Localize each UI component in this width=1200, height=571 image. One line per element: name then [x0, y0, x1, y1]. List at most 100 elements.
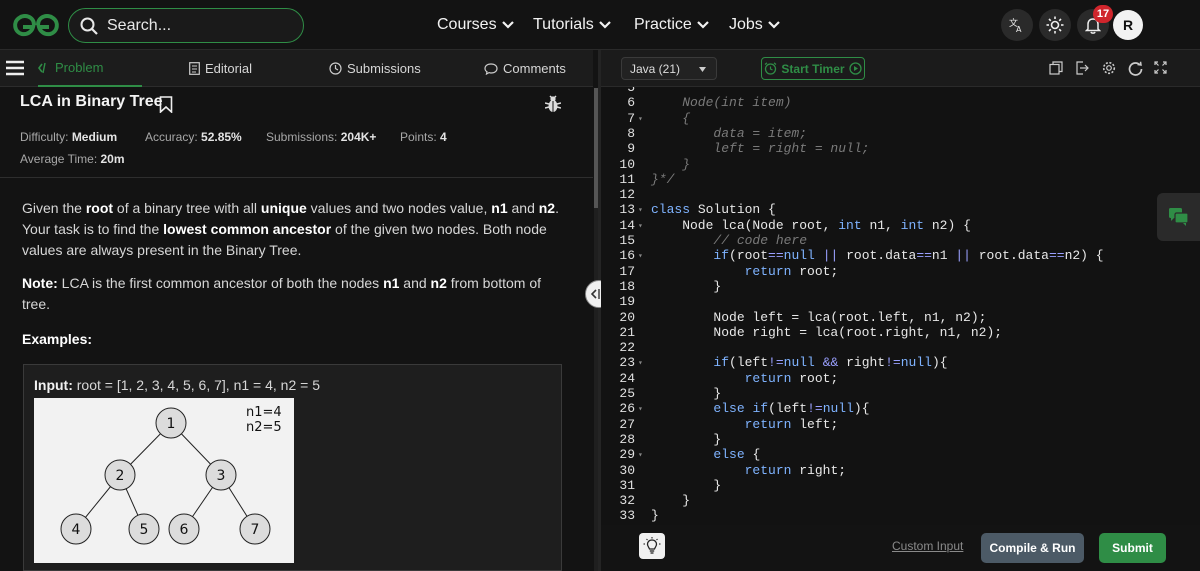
theme-toggle-button[interactable]	[1039, 9, 1071, 41]
tab-problem-label: Problem	[55, 60, 104, 75]
fold-caret-icon[interactable]: ▾	[638, 205, 643, 215]
start-timer-button[interactable]: Start Timer	[761, 57, 865, 80]
code-line[interactable]: if(root==null || root.data==n1 || root.d…	[651, 248, 1103, 263]
editor-pane: Java (21) Start Timer 56 Node(int item) 7…	[601, 50, 1200, 571]
code-line[interactable]: }*/	[651, 172, 674, 187]
bug-report-icon[interactable]	[545, 95, 561, 113]
line-number: 18	[619, 278, 635, 294]
line-number: 17	[619, 263, 635, 279]
fullscreen-icon[interactable]	[1154, 61, 1167, 74]
submit-button[interactable]: Submit	[1099, 533, 1166, 563]
example-tree-image: 1 2 3 4 5 6 7 n1=4 n2=5	[34, 398, 294, 563]
problem-tabs: Problem Editorial Submissions Comments	[0, 50, 593, 87]
example-box: Input: root = [1, 2, 3, 4, 5, 6, 7], n1 …	[23, 364, 562, 571]
line-number: 12	[619, 187, 635, 203]
sun-icon	[1046, 16, 1064, 34]
gfg-logo[interactable]	[10, 10, 62, 40]
reset-icon[interactable]	[1128, 61, 1143, 76]
hint-button[interactable]	[639, 533, 665, 559]
custom-input-link[interactable]: Custom Input	[892, 539, 963, 553]
tree-node: 3	[217, 468, 226, 484]
nav-courses-label: Courses	[437, 16, 497, 33]
code-line[interactable]: Node(int item)	[651, 95, 791, 110]
tree-node: 7	[251, 522, 260, 538]
code-line[interactable]: }	[651, 478, 721, 493]
code-line[interactable]: }	[651, 386, 721, 401]
alarm-icon	[765, 62, 777, 75]
compile-run-button[interactable]: Compile & Run	[981, 533, 1084, 563]
code-line[interactable]: // code here	[651, 233, 807, 248]
avatar[interactable]: R	[1113, 10, 1143, 40]
language-select[interactable]: Java (21)	[621, 57, 717, 80]
code-line[interactable]: }	[651, 432, 721, 447]
nav-tutorials[interactable]: Tutorials	[533, 0, 611, 50]
line-number: 32	[619, 493, 635, 509]
line-number: 7	[627, 110, 635, 126]
line-number: 22	[619, 340, 635, 356]
hamburger-menu-icon[interactable]	[6, 59, 24, 77]
tab-editorial[interactable]: Editorial	[189, 50, 252, 87]
code-line[interactable]: Node right = lca(root.right, n1, n2);	[651, 325, 1002, 340]
tab-problem[interactable]: Problem	[38, 50, 142, 87]
line-number: 14	[619, 217, 635, 233]
fold-caret-icon[interactable]: ▾	[638, 450, 643, 460]
export-icon[interactable]	[1075, 61, 1089, 75]
tab-comments[interactable]: Comments	[484, 50, 566, 87]
code-line[interactable]: return root;	[651, 371, 839, 386]
line-number: 21	[619, 324, 635, 340]
chevron-down-icon	[501, 21, 514, 29]
search-box[interactable]: Search...	[68, 8, 304, 43]
fold-caret-icon[interactable]: ▾	[638, 251, 643, 261]
translate-button[interactable]: 文A	[1001, 9, 1033, 41]
avg-time-meta: Average Time: 20m	[20, 152, 125, 166]
submissions-value: 204K+	[340, 130, 377, 144]
bookmark-icon[interactable]	[159, 96, 173, 113]
code-line[interactable]: Node left = lca(root.left, n1, n2);	[651, 310, 986, 325]
divider	[0, 177, 593, 178]
code-line[interactable]: left = right = null;	[651, 141, 869, 156]
line-number: 8	[627, 125, 635, 141]
fold-caret-icon[interactable]: ▾	[638, 221, 643, 231]
tree-note: n2=5	[246, 420, 282, 435]
fold-caret-icon[interactable]: ▾	[638, 404, 643, 414]
line-number: 30	[619, 462, 635, 478]
search-placeholder: Search...	[107, 17, 172, 34]
code-line[interactable]: class Solution {	[651, 202, 776, 217]
translate-icon: 文A	[1009, 17, 1022, 33]
nav-courses[interactable]: Courses	[437, 0, 514, 50]
fold-caret-icon[interactable]: ▾	[638, 114, 643, 124]
code-line[interactable]: data = item;	[651, 126, 807, 141]
accuracy-label: Accuracy:	[145, 130, 198, 144]
line-number: 29	[619, 447, 635, 463]
code-line[interactable]: }	[651, 508, 659, 523]
difficulty-value: Medium	[71, 130, 118, 144]
nav-jobs[interactable]: Jobs	[729, 0, 780, 50]
points-value: 4	[440, 130, 447, 144]
nav-practice[interactable]: Practice	[634, 0, 709, 50]
problem-note: Note: LCA is the first common ancestor o…	[22, 275, 542, 312]
code-line[interactable]: else if(left!=null){	[651, 401, 869, 416]
chevron-down-icon	[598, 21, 611, 29]
tab-submissions[interactable]: Submissions	[329, 50, 421, 87]
code-line[interactable]: }	[651, 493, 690, 508]
code-line[interactable]: }	[651, 157, 690, 172]
code-line[interactable]: return root;	[651, 264, 839, 279]
settings-icon[interactable]	[1102, 61, 1116, 75]
code-line[interactable]: return left;	[651, 417, 839, 432]
code-line[interactable]: return right;	[651, 463, 846, 478]
editor-toolbar: Java (21) Start Timer	[601, 50, 1200, 87]
code-line[interactable]: {	[651, 111, 690, 126]
code-editor[interactable]: 56 Node(int item) 7 ▾ {8 data = item; 9 lef…	[601, 87, 1200, 550]
code-line[interactable]: if(left!=null && right!=null){	[651, 355, 947, 370]
fold-caret-icon[interactable]: ▾	[638, 358, 643, 368]
copy-icon[interactable]	[1049, 61, 1063, 75]
code-line[interactable]: Node lca(Node root, int n1, int n2) {	[651, 218, 971, 233]
language-value: Java (21)	[630, 62, 681, 76]
play-circle-icon	[848, 62, 862, 75]
chat-icon	[1168, 208, 1189, 226]
problem-description: Given the root of a binary tree with all…	[22, 200, 559, 258]
document-icon	[189, 62, 200, 75]
code-line[interactable]: else {	[651, 447, 760, 462]
chat-button[interactable]	[1157, 193, 1200, 241]
code-line[interactable]: }	[651, 279, 721, 294]
